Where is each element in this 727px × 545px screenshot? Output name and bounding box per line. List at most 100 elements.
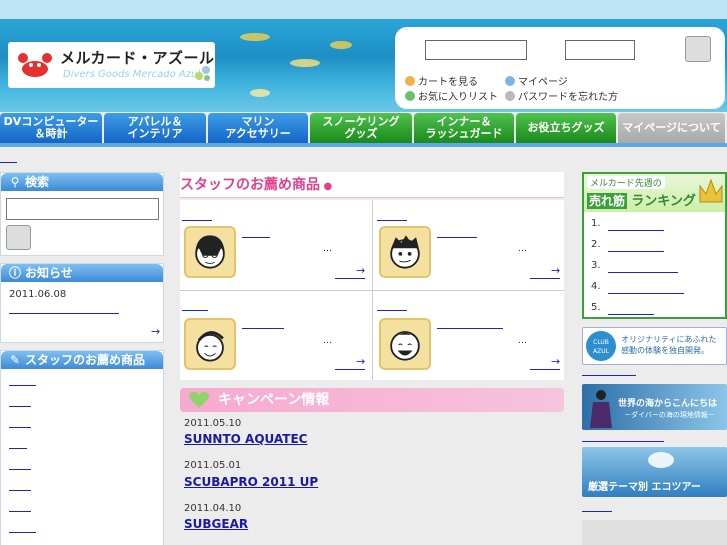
campaign-title: キャンペーン情報 bbox=[218, 392, 330, 408]
staff-card[interactable]: … → bbox=[375, 292, 565, 380]
rank-link[interactable] bbox=[608, 272, 678, 273]
staff-link[interactable] bbox=[9, 469, 31, 470]
world-sea-sub: －ダイバーの海の現地情報－ bbox=[624, 411, 715, 419]
favorites-link[interactable]: お気に入りリスト bbox=[405, 88, 498, 103]
crab-icon bbox=[18, 53, 52, 77]
ranking-subtitle: メルカード先週の bbox=[587, 176, 665, 189]
staff-card-name-link[interactable] bbox=[242, 237, 270, 238]
staff-card[interactable]: … → bbox=[180, 292, 370, 380]
staff-panel: ✎ スタッフのお薦め商品 bbox=[0, 350, 164, 545]
nav-inner[interactable]: インナー＆ ラッシュガード bbox=[414, 113, 514, 143]
banner-placeholder bbox=[582, 520, 727, 545]
staff-recommend-grid: … → … → … → … → bbox=[180, 200, 564, 380]
banner-link[interactable] bbox=[582, 511, 612, 512]
staff-card-name-link[interactable] bbox=[437, 237, 477, 238]
banner-link[interactable] bbox=[582, 441, 664, 442]
rank-link[interactable] bbox=[608, 314, 654, 315]
bubbles-icon bbox=[195, 66, 210, 81]
rank-number: 3. bbox=[591, 260, 601, 271]
staff-card-title-link[interactable] bbox=[377, 310, 407, 311]
ranking-title-label2: ランキング bbox=[631, 194, 696, 209]
staff-card-arrow[interactable]: → bbox=[551, 264, 560, 277]
staff-avatar bbox=[184, 226, 236, 278]
login-button[interactable] bbox=[685, 36, 711, 62]
key-icon bbox=[505, 91, 515, 101]
club-azul-banner[interactable]: CLUB AZUL オリジナリティにあふれた 感動の体験を独自開発。 bbox=[582, 327, 727, 365]
staff-card-name-link[interactable] bbox=[437, 328, 503, 329]
news-link[interactable]: SCUBAPRO 2011 UP bbox=[184, 475, 385, 489]
staff-card-more-link[interactable] bbox=[335, 369, 365, 370]
staff-link[interactable] bbox=[9, 427, 31, 428]
staff-card-more-link[interactable] bbox=[530, 278, 560, 279]
club-azul-badge: CLUB AZUL bbox=[586, 331, 616, 361]
nav-snorkeling[interactable]: スノーケリング グッズ bbox=[310, 113, 412, 143]
cart-link[interactable]: カートを見る bbox=[405, 73, 478, 88]
staff-link[interactable] bbox=[9, 406, 31, 407]
mypage-link-label: マイページ bbox=[518, 77, 568, 88]
staff-avatar bbox=[379, 226, 431, 278]
staff-link[interactable] bbox=[9, 490, 31, 491]
staff-card-ellipsis: … bbox=[323, 244, 332, 254]
staff-card-title-link[interactable] bbox=[182, 220, 212, 221]
banner-link[interactable] bbox=[582, 375, 636, 376]
ranking-title-label1: 売れ筋 bbox=[587, 193, 628, 209]
staff-card-arrow[interactable]: → bbox=[356, 264, 365, 277]
main-nav: DVコンピューター ＆時計 アパレル＆ インテリア マリン アクセサリー スノー… bbox=[0, 113, 727, 143]
favorites-link-label: お気に入りリスト bbox=[418, 92, 498, 103]
staff-card-name-link[interactable] bbox=[242, 328, 284, 329]
staff-card[interactable]: … → bbox=[375, 200, 565, 288]
search-button[interactable] bbox=[6, 225, 31, 250]
nav-mypage-about[interactable]: マイページについて bbox=[618, 113, 725, 143]
world-sea-text: 世界の海からこんにちは bbox=[618, 399, 718, 409]
forgot-password-link[interactable]: パスワードを忘れた方 bbox=[505, 88, 618, 103]
ranking-box: メルカード先週の 売れ筋 ランキング 1. 2. 3. 4. 5. bbox=[582, 172, 727, 319]
rank-link[interactable] bbox=[608, 251, 664, 252]
staff-link[interactable] bbox=[9, 532, 36, 533]
eco-tour-banner[interactable]: 厳選テーマ別 エコツアー bbox=[582, 447, 727, 497]
news-link[interactable]: SUNNTO AQUATEC bbox=[184, 432, 377, 446]
ranking-header: メルカード先週の 売れ筋 ランキング bbox=[584, 174, 725, 212]
world-sea-banner[interactable]: 世界の海からこんにちは －ダイバーの海の現地情報－ bbox=[582, 384, 727, 430]
nav-useful-goods[interactable]: お役立ちグッズ bbox=[516, 113, 616, 143]
title-dot-icon: ● bbox=[320, 181, 333, 192]
staff-face-icon bbox=[390, 331, 420, 361]
nav-dv-computer[interactable]: DVコンピューター ＆時計 bbox=[0, 113, 102, 143]
notice-link[interactable] bbox=[9, 313, 119, 314]
mypage-icon bbox=[505, 76, 515, 86]
login-id-input[interactable] bbox=[425, 40, 527, 60]
staff-section-title-text: スタッフのお薦め商品 bbox=[180, 177, 320, 193]
staff-card-more-link[interactable] bbox=[530, 369, 560, 370]
notice-date: 2011.06.08 bbox=[9, 289, 67, 300]
news-link[interactable]: SUBGEAR bbox=[184, 517, 381, 531]
staff-card-arrow[interactable]: → bbox=[356, 355, 365, 368]
staff-face-icon bbox=[195, 235, 225, 269]
staff-face-icon bbox=[390, 235, 420, 269]
staff-link[interactable] bbox=[9, 385, 36, 386]
notice-more-arrow[interactable]: → bbox=[151, 325, 160, 338]
logo-english: Divers Goods Mercado Azul bbox=[63, 69, 201, 80]
staff-card-arrow[interactable]: → bbox=[551, 355, 560, 368]
tiny-link[interactable] bbox=[0, 162, 17, 163]
password-input[interactable] bbox=[565, 40, 635, 60]
nav-apparel[interactable]: アパレル＆ インテリア bbox=[104, 113, 206, 143]
staff-card-title-link[interactable] bbox=[377, 220, 407, 221]
ranking-title: 売れ筋 ランキング bbox=[587, 190, 696, 209]
news-date: 2011.05.10 bbox=[184, 418, 242, 429]
rank-link[interactable] bbox=[608, 293, 684, 294]
nav-marine-accessory[interactable]: マリン アクセサリー bbox=[208, 113, 308, 143]
staff-link[interactable] bbox=[9, 511, 31, 512]
person-icon bbox=[590, 390, 612, 428]
info-icon: ⓘ bbox=[9, 266, 22, 280]
staff-card-ellipsis: … bbox=[323, 336, 332, 346]
rank-link[interactable] bbox=[608, 230, 664, 231]
staff-card-more-link[interactable] bbox=[335, 278, 365, 279]
site-logo[interactable]: メルカード・アズール Divers Goods Mercado Azul bbox=[8, 42, 215, 88]
club-azul-text: オリジナリティにあふれた 感動の体験を独自開発。 bbox=[621, 335, 717, 355]
mypage-link[interactable]: マイページ bbox=[505, 73, 568, 88]
search-input[interactable] bbox=[6, 198, 159, 220]
notice-panel-header: ⓘ お知らせ bbox=[1, 264, 163, 282]
staff-link[interactable] bbox=[9, 448, 27, 449]
search-panel: ⚲ 検索 bbox=[0, 172, 164, 256]
staff-card-title-link[interactable] bbox=[182, 310, 208, 311]
staff-card[interactable]: … → bbox=[180, 200, 370, 288]
